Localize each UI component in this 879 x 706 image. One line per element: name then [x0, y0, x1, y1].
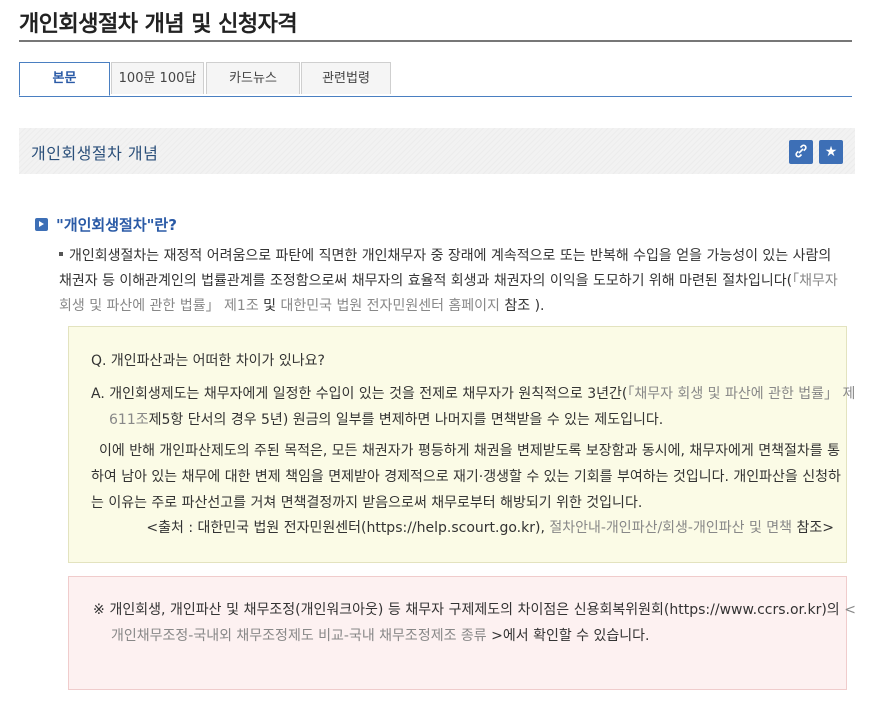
tab-card-news[interactable]: 카드뉴스: [206, 62, 300, 94]
note-box: ※ 개인회생, 개인파산 및 채무조정(개인워크아웃) 등 채무자 구제제도의 …: [68, 576, 856, 690]
court-site-link[interactable]: 대한민국 법원 전자민원센터 홈페이지: [281, 298, 500, 314]
source-before: <출처 : 대한민국 법원 전자민원센터(https://help.scourt…: [146, 520, 550, 536]
answer-after: 제5항 단서의 경우 5년) 원금의 일부를 변제하면 나머지를 면책받을 수 …: [148, 412, 664, 428]
star-icon[interactable]: ★: [819, 140, 843, 164]
section-title: 개인회생절차 개념: [31, 144, 159, 163]
bullet-icon: [59, 252, 63, 256]
source-after: 참조>: [792, 520, 834, 536]
definition-paragraph: 개인회생절차는 재정적 어려움으로 파탄에 직면한 개인채무자 중 장래에 계속…: [59, 244, 839, 319]
note-before: ※ 개인회생, 개인파산 및 채무조정(개인워크아웃) 등 채무자 구제제도의 …: [93, 602, 845, 618]
note-text: ※ 개인회생, 개인파산 및 채무조정(개인워크아웃) 등 채무자 구제제도의 …: [93, 597, 856, 649]
tab-related-laws[interactable]: 관련법령: [301, 62, 391, 94]
source-link[interactable]: 절차안내-개인파산/회생-개인파산 및 면책: [549, 520, 792, 536]
subheading: "개인회생절차"란?: [35, 214, 177, 235]
para-and: 및: [258, 298, 281, 314]
note-after: >에서 확인할 수 있습니다.: [486, 628, 650, 644]
tab-100qa[interactable]: 100문 100답: [111, 62, 204, 94]
para-end: 참조 ).: [499, 298, 545, 314]
section-header: 개인회생절차 개념 ★: [19, 128, 855, 174]
title-divider: [19, 40, 852, 42]
answer-text: A. 개인회생제도는 채무자에게 일정한 수입이 있는 것을 전제로 채무자가 …: [91, 381, 861, 433]
play-icon: [35, 218, 48, 231]
subheading-label: "개인회생절차"란?: [56, 216, 177, 234]
para-text: 개인회생절차는 재정적 어려움으로 파탄에 직면한 개인채무자 중 장래에 계속…: [59, 248, 832, 289]
answer-before: A. 개인회생제도는 채무자에게 일정한 수입이 있는 것을 전제로 채무자가 …: [91, 386, 628, 402]
source-citation: <출처 : 대한민국 법원 전자민원센터(https://help.scourt…: [146, 515, 834, 541]
question-text: Q. 개인파산과는 어떠한 차이가 있나요?: [91, 353, 325, 369]
link-icon[interactable]: [789, 140, 813, 164]
answer-continued: 이에 반해 개인파산제도의 주된 목적은, 모든 채권자가 평등하게 채권을 변…: [91, 443, 841, 511]
content-tabs: 본문 100문 100답 카드뉴스 관련법령: [19, 62, 852, 97]
tab-main[interactable]: 본문: [19, 62, 110, 96]
qa-box: Q. 개인파산과는 어떠한 차이가 있나요? A. 개인회생제도는 채무자에게 …: [68, 326, 855, 563]
page-title: 개인회생절차 개념 및 신청자격: [19, 12, 298, 37]
